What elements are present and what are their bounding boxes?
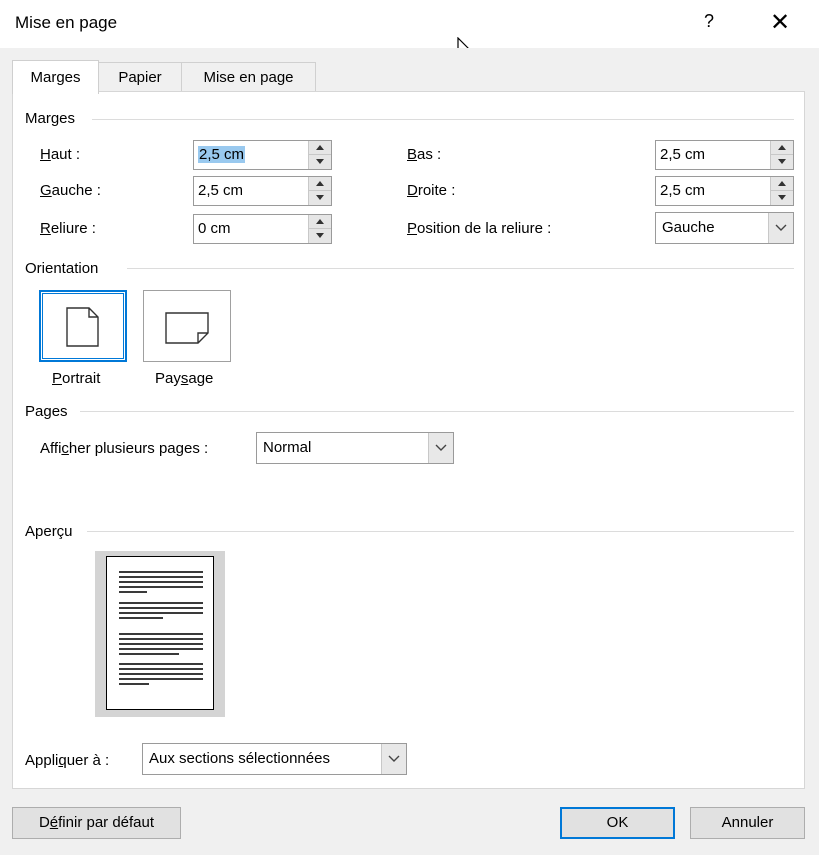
- multiple-pages-value: Normal: [263, 439, 312, 456]
- gutter-position-label: Position de la reliure :: [407, 220, 552, 237]
- preview-group-label: Aperçu: [25, 523, 73, 540]
- bottom-margin-value[interactable]: 2,5 cm: [660, 146, 705, 163]
- spin-up-icon[interactable]: [309, 177, 331, 191]
- bottom-margin-spinner[interactable]: 2,5 cm: [655, 140, 794, 170]
- gutter-label: Reliure :: [40, 220, 96, 237]
- help-button[interactable]: ?: [704, 11, 714, 32]
- top-margin-value[interactable]: 2,5 cm: [198, 146, 246, 163]
- top-margin-label: Haut :: [40, 146, 81, 163]
- spin-up-icon[interactable]: [771, 141, 793, 155]
- gutter-position-select[interactable]: Gauche: [655, 212, 794, 244]
- orientation-divider: [127, 268, 794, 269]
- title-bar: [0, 0, 819, 48]
- gutter-value[interactable]: 0 cm: [198, 220, 231, 237]
- gutter-spinner[interactable]: 0 cm: [193, 214, 332, 244]
- ok-button[interactable]: OK: [560, 807, 675, 839]
- spin-up-icon[interactable]: [309, 215, 331, 229]
- tab-papier[interactable]: Papier: [98, 62, 182, 92]
- set-default-button[interactable]: Définir par défaut: [12, 807, 181, 839]
- multiple-pages-select[interactable]: Normal: [256, 432, 454, 464]
- chevron-down-icon[interactable]: [768, 213, 793, 243]
- spin-up-icon[interactable]: [771, 177, 793, 191]
- spin-down-icon[interactable]: [771, 155, 793, 169]
- pages-divider: [80, 411, 794, 412]
- chevron-down-icon[interactable]: [428, 433, 453, 463]
- margins-group-label: Marges: [25, 110, 76, 127]
- gutter-position-value: Gauche: [662, 219, 715, 236]
- bottom-margin-label: Bas :: [407, 146, 442, 163]
- top-margin-spinner[interactable]: 2,5 cm: [193, 140, 332, 170]
- spin-down-icon[interactable]: [309, 229, 331, 243]
- tab-marges[interactable]: Marges: [12, 60, 99, 94]
- tab-mise-en-page[interactable]: Mise en page: [181, 62, 316, 92]
- left-margin-label: Gauche :: [40, 182, 101, 199]
- spin-down-icon[interactable]: [309, 191, 331, 205]
- right-margin-spinner[interactable]: 2,5 cm: [655, 176, 794, 206]
- spin-up-icon[interactable]: [309, 141, 331, 155]
- spin-down-icon[interactable]: [309, 155, 331, 169]
- dialog-title: Mise en page: [15, 13, 118, 32]
- preview-page: [106, 556, 214, 710]
- chevron-down-icon[interactable]: [381, 744, 406, 774]
- portrait-label: Portrait: [52, 370, 101, 387]
- close-button[interactable]: ✕: [770, 8, 790, 37]
- orientation-group-label: Orientation: [25, 260, 99, 277]
- margins-divider: [92, 119, 794, 120]
- apply-to-select[interactable]: Aux sections sélectionnées: [142, 743, 407, 775]
- pages-group-label: Pages: [25, 403, 68, 420]
- spin-down-icon[interactable]: [771, 191, 793, 205]
- apply-to-label: Appliquer à :: [25, 752, 110, 769]
- left-margin-value[interactable]: 2,5 cm: [198, 182, 243, 199]
- right-margin-value[interactable]: 2,5 cm: [660, 182, 705, 199]
- apply-to-value: Aux sections sélectionnées: [149, 750, 330, 767]
- landscape-label: Paysage: [155, 370, 214, 387]
- portrait-page-icon: [66, 307, 99, 347]
- cancel-button[interactable]: Annuler: [690, 807, 805, 839]
- multiple-pages-label: Afficher plusieurs pages :: [40, 440, 209, 457]
- landscape-button[interactable]: [143, 290, 231, 362]
- landscape-page-icon: [165, 312, 209, 344]
- preview-divider: [87, 531, 794, 532]
- right-margin-label: Droite :: [407, 182, 456, 199]
- left-margin-spinner[interactable]: 2,5 cm: [193, 176, 332, 206]
- portrait-button[interactable]: [39, 290, 127, 362]
